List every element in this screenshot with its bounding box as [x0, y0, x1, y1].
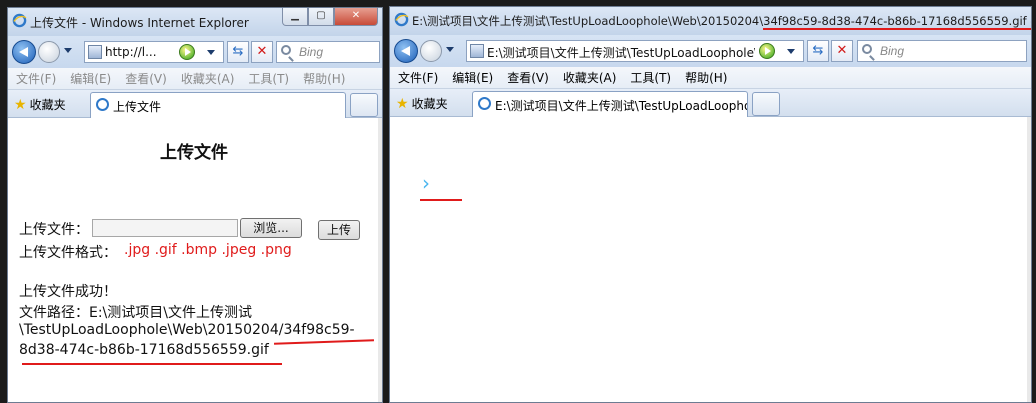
ie-tab-icon	[478, 97, 491, 110]
title-highlight: 34f98c59-8d38-474c-b86b-17168d556559.gif…	[763, 14, 1031, 30]
file-label: 上传文件：	[19, 222, 89, 238]
uploaded-image-glyph: ›	[422, 171, 430, 195]
file-path-input[interactable]	[92, 219, 238, 237]
menu-edit[interactable]: 编辑(E)	[70, 70, 111, 87]
caption-buttons: ▁ ▢ ✕	[282, 8, 378, 26]
left-favorites-bar: ★ 收藏夹 上传文件	[8, 90, 382, 118]
search-placeholder: Bing	[880, 44, 905, 58]
search-icon	[281, 45, 291, 55]
menu-tools[interactable]: 工具(T)	[248, 70, 289, 87]
menu-favorites[interactable]: 收藏夹(A)	[563, 69, 617, 86]
favorites-label: 收藏夹	[29, 98, 66, 112]
refresh-button[interactable]: ⇆	[807, 40, 829, 62]
close-button[interactable]: ✕	[334, 8, 378, 26]
left-browser-window: 上传文件 - Windows Internet Explorer ▁ ▢ ✕ h…	[7, 7, 383, 403]
ie-logo-icon	[12, 13, 27, 28]
right-page-content: ›	[390, 117, 1031, 402]
minimize-button[interactable]: ▁	[282, 8, 308, 26]
favorites-label: 收藏夹	[411, 97, 448, 111]
search-box[interactable]: Bing	[857, 40, 1027, 62]
star-icon: ★	[396, 96, 409, 112]
file-path-line-3: 8d38-474c-b86b-17168d556559.gif	[19, 342, 269, 358]
right-scrollbar[interactable]	[1027, 117, 1031, 402]
address-dropdown-icon[interactable]	[207, 50, 215, 55]
title-prefix: E:\测试项目\文件上传测试\TestUpLoadLoophole\Web\20…	[412, 14, 764, 28]
file-path-line-1: 文件路径：E:\测试项目\文件上传测试	[19, 305, 252, 321]
tab-label: E:\测试项目\文件上传测试\TestUpLoadLoopho...	[495, 99, 748, 113]
ie-tab-icon	[96, 98, 109, 111]
page-favicon-icon	[470, 44, 484, 58]
tab-upload[interactable]: 上传文件	[90, 92, 346, 118]
search-placeholder: Bing	[299, 45, 324, 59]
menu-view[interactable]: 查看(V)	[507, 69, 549, 86]
recent-pages-dropdown-icon[interactable]	[64, 48, 72, 53]
right-titlebar[interactable]: E:\测试项目\文件上传测试\TestUpLoadLoophole\Web\20…	[390, 7, 1031, 35]
new-tab-button[interactable]	[350, 93, 378, 117]
success-message: 上传文件成功！	[19, 284, 117, 300]
menu-file[interactable]: 文件(F)	[398, 69, 438, 86]
forward-button[interactable]	[38, 41, 60, 63]
stop-button[interactable]: ✕	[831, 40, 853, 62]
browse-button[interactable]: 浏览...	[240, 218, 302, 238]
compatibility-go-icon[interactable]	[179, 44, 195, 60]
menu-tools[interactable]: 工具(T)	[630, 69, 671, 86]
maximize-button[interactable]: ▢	[308, 8, 334, 26]
ie-logo-icon	[394, 12, 409, 27]
format-label: 上传文件格式：	[19, 245, 117, 261]
favorites-button[interactable]: ★ 收藏夹	[396, 95, 448, 112]
address-dropdown-icon[interactable]	[787, 49, 795, 54]
left-titlebar[interactable]: 上传文件 - Windows Internet Explorer ▁ ▢ ✕	[8, 8, 382, 36]
menu-file[interactable]: 文件(F)	[16, 70, 56, 87]
left-navigation-bar: http://l... ⇆ ✕ Bing	[8, 36, 382, 68]
recent-pages-dropdown-icon[interactable]	[446, 47, 454, 52]
left-page-content: 上传文件 上传文件： 浏览... 上传 上传文件格式： .jpg .gif .b…	[8, 118, 382, 402]
file-path-line-2: \TestUpLoadLoophole\Web\20150204/34f98c5…	[19, 322, 355, 338]
address-bar[interactable]: http://l...	[84, 41, 224, 63]
address-text[interactable]: http://l...	[105, 45, 175, 59]
right-browser-window: E:\测试项目\文件上传测试\TestUpLoadLoophole\Web\20…	[389, 6, 1032, 403]
back-button[interactable]	[394, 39, 418, 63]
page-heading: 上传文件	[160, 143, 228, 163]
favorites-button[interactable]: ★ 收藏夹	[14, 96, 66, 113]
address-text[interactable]: E:\测试项目\文件上传测试\TestUpLoadLoophole\W	[487, 44, 755, 61]
left-scrollbar[interactable]	[378, 118, 382, 402]
compatibility-go-icon[interactable]	[759, 43, 775, 59]
right-menu-bar: 文件(F) 编辑(E) 查看(V) 收藏夹(A) 工具(T) 帮助(H)	[390, 67, 1031, 89]
right-navigation-bar: E:\测试项目\文件上传测试\TestUpLoadLoophole\W ⇆ ✕ …	[390, 35, 1031, 67]
menu-edit[interactable]: 编辑(E)	[452, 69, 493, 86]
search-box[interactable]: Bing	[276, 41, 380, 63]
back-button[interactable]	[12, 40, 36, 64]
window-title: E:\测试项目\文件上传测试\TestUpLoadLoophole\Web\20…	[412, 13, 1031, 30]
window-title: 上传文件 - Windows Internet Explorer	[30, 16, 249, 30]
menu-help[interactable]: 帮助(H)	[303, 70, 345, 87]
red-annotation-line	[273, 339, 375, 345]
forward-button[interactable]	[420, 40, 442, 62]
menu-favorites[interactable]: 收藏夹(A)	[181, 70, 235, 87]
allowed-formats: .jpg .gif .bmp .jpeg .png	[124, 242, 292, 258]
menu-view[interactable]: 查看(V)	[125, 70, 167, 87]
search-icon	[862, 44, 872, 54]
new-tab-button[interactable]	[752, 92, 780, 116]
right-favorites-bar: ★ 收藏夹 E:\测试项目\文件上传测试\TestUpLoadLoopho...	[390, 89, 1031, 117]
red-annotation-underline	[420, 199, 462, 201]
page-favicon-icon	[88, 45, 102, 59]
left-menu-bar: 文件(F) 编辑(E) 查看(V) 收藏夹(A) 工具(T) 帮助(H)	[8, 68, 382, 90]
stop-button[interactable]: ✕	[251, 41, 273, 63]
tab-label: 上传文件	[113, 100, 162, 114]
address-bar[interactable]: E:\测试项目\文件上传测试\TestUpLoadLoophole\W	[466, 40, 804, 62]
star-icon: ★	[14, 97, 27, 113]
refresh-button[interactable]: ⇆	[227, 41, 249, 63]
menu-help[interactable]: 帮助(H)	[685, 69, 727, 86]
tab-image-file[interactable]: E:\测试项目\文件上传测试\TestUpLoadLoopho...	[472, 91, 748, 117]
red-annotation-underline	[22, 363, 282, 365]
upload-button[interactable]: 上传	[318, 220, 360, 240]
